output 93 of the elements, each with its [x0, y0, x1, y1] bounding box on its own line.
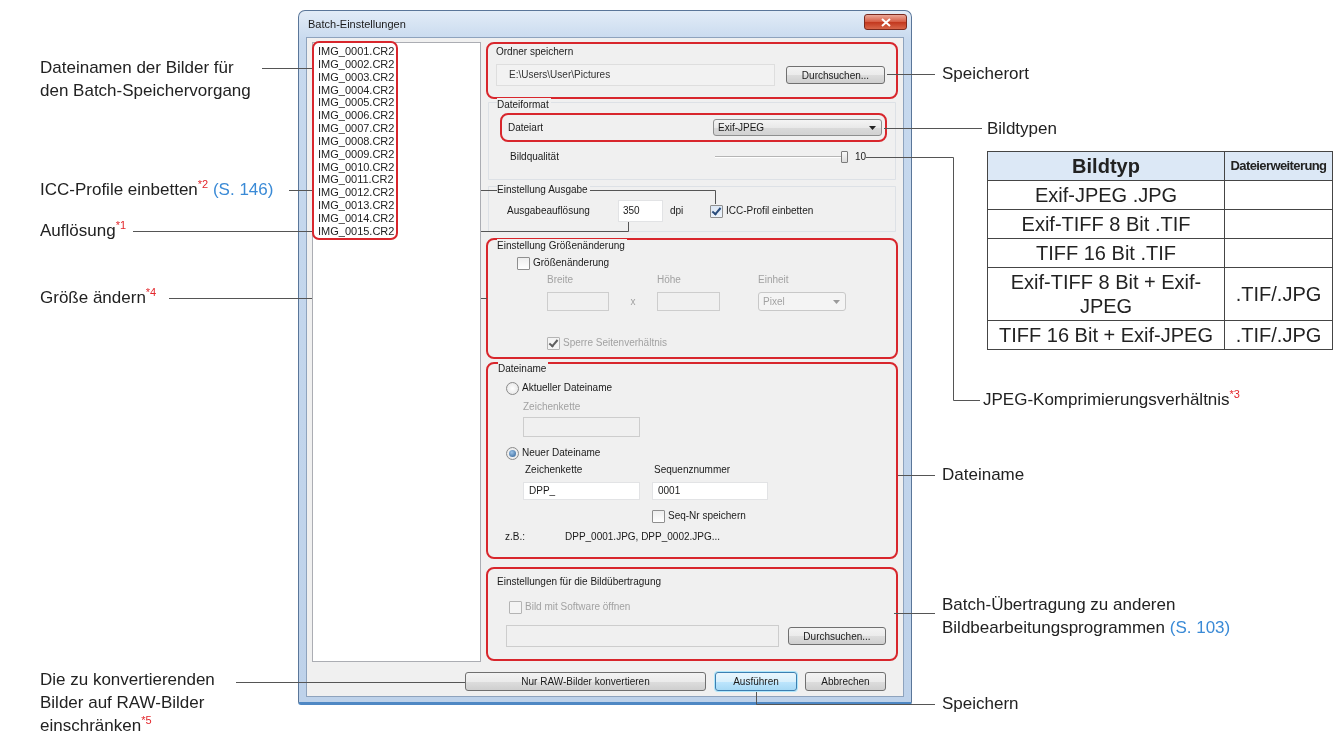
- table-cell: Exif-TIFF 8 Bit + Exif-JPEG: [987, 267, 1225, 321]
- file-list-item[interactable]: IMG_0004.CR2: [318, 83, 395, 97]
- program-path-field[interactable]: [506, 625, 779, 647]
- close-button[interactable]: [864, 14, 907, 30]
- callout-label: Größe ändern$^{*4}$: [40, 286, 157, 309]
- times-sign: x: [629, 295, 637, 309]
- caret-icon: [833, 299, 840, 304]
- slider-thumb[interactable]: [841, 151, 848, 163]
- field-label: Sequenznummer: [653, 463, 732, 477]
- callout-label: Speichern: [942, 693, 1019, 715]
- file-list-item[interactable]: IMG_0007.CR2: [318, 122, 395, 135]
- table-cell: TIFF 16 Bit + Exif-JPEG: [987, 320, 1225, 350]
- group-title: Ordner speichern: [496, 45, 576, 59]
- callout-label: Batch-Übertragung zu anderen Bildbearbeitungsprogrammen (S. 103): [942, 594, 1231, 639]
- file-list-item[interactable]: IMG_0003.CR2: [318, 70, 395, 84]
- callout-label: Auflösung$^{*1}$: [40, 219, 127, 242]
- width-field[interactable]: [547, 292, 609, 311]
- example-label: z.B.:: [505, 530, 526, 544]
- field-label: Breite: [547, 273, 575, 287]
- browse-button[interactable]: Durchsuchen...: [786, 66, 885, 84]
- radio-label: Aktueller Dateiname: [522, 381, 613, 395]
- field-label: Bildqualität: [510, 150, 560, 164]
- checkbox-label: Größenänderung: [533, 256, 610, 270]
- page-link[interactable]: (S. 146): [212, 180, 274, 199]
- file-list-item[interactable]: IMG_0008.CR2: [318, 134, 395, 148]
- table-cell: TIFF 16 Bit .TIF: [987, 238, 1225, 268]
- window-title: Batch-Einstellungen: [308, 18, 406, 30]
- checkbox[interactable]: [547, 336, 560, 350]
- field-label: Zeichenkette: [523, 400, 582, 414]
- callout-label: Speicherort: [942, 63, 1029, 85]
- callout-label: Die zu konvertierenden Bilder auf RAW-Bilder einschränken$^{*5}$: [40, 669, 215, 737]
- callout-label: Dateinamen der Bilder für den Batch-Speichervorgang: [40, 57, 251, 102]
- group-title: Einstellung Größenänderung: [497, 239, 627, 253]
- column-header: Bildtyp: [987, 151, 1225, 181]
- checkbox-label: Sperre Seitenverhältnis: [563, 336, 667, 350]
- file-list-item[interactable]: IMG_0012.CR2: [318, 186, 395, 200]
- checkbox[interactable]: [710, 204, 723, 218]
- file-list-item[interactable]: IMG_0002.CR2: [318, 57, 395, 71]
- file-type-dropdown[interactable]: Exif-JPEG: [713, 119, 882, 136]
- leader-line: [886, 74, 936, 75]
- callout-label: Dateiname: [942, 464, 1025, 486]
- callout-label: Bildtypen: [987, 118, 1057, 140]
- callout-label: JPEG-Komprimierungsverhältnis$^{*3}$: [983, 388, 1240, 411]
- text-field[interactable]: DPP_: [523, 482, 640, 500]
- dialog-button[interactable]: Nur RAW-Bilder konvertieren: [465, 672, 706, 691]
- file-list-item[interactable]: IMG_0005.CR2: [318, 96, 395, 110]
- radio-button[interactable]: [506, 381, 519, 395]
- table-cell: .TIF/.JPG: [1224, 320, 1333, 350]
- leader-line: [897, 475, 936, 476]
- file-list-item[interactable]: IMG_0009.CR2: [318, 147, 395, 161]
- file-list[interactable]: IMG_0001.CR2 IMG_0002.CR2 IMG_0003.CR2 IMG_0004.CR2 IMG_0005.CR2 IMG_0006.CR2 IMG_0007.CR2 IMG_0008.CR2 IMG_0009.CR2 IMG_0010.CR2 IMG_0011.CR2 IMG_0012.CR2 IMG_0013.CR2 IMG_0014.CR2 IMG_0015.CR2: [312, 42, 481, 662]
- resolution-field[interactable]: 350: [618, 200, 663, 222]
- checkbox-label: Seq-Nr speichern: [668, 509, 746, 523]
- dialog-button[interactable]: Ausführen: [715, 672, 797, 691]
- group-title: Einstellung Ausgabe: [497, 183, 590, 197]
- table-cell: Exif-TIFF 8 Bit .TIF: [987, 209, 1225, 239]
- browse-button[interactable]: Durchsuchen...: [788, 627, 886, 645]
- field-label: Dateiart: [508, 120, 543, 135]
- file-list-item[interactable]: IMG_0011.CR2: [318, 173, 395, 187]
- file-list-item[interactable]: IMG_0010.CR2: [318, 160, 395, 174]
- caret-icon: [869, 125, 876, 130]
- field-label: Ausgabeauflösung: [507, 204, 591, 218]
- file-list-item[interactable]: IMG_0006.CR2: [318, 109, 395, 123]
- text-field[interactable]: [523, 417, 640, 437]
- folder-path-field[interactable]: E:\Users\User\Pictures: [496, 64, 775, 86]
- checkbox-label: ICC-Profil einbetten: [726, 204, 814, 218]
- checkbox-label: Bild mit Software öffnen: [525, 600, 631, 614]
- file-list-item[interactable]: IMG_0014.CR2: [318, 211, 395, 225]
- radio-button[interactable]: [506, 446, 519, 460]
- leader-line: [893, 613, 936, 614]
- file-list-item[interactable]: IMG_0013.CR2: [318, 199, 395, 212]
- file-list-item[interactable]: IMG_0001.CR2: [318, 45, 395, 58]
- slider-value: 10: [855, 150, 867, 164]
- checkbox[interactable]: [652, 509, 665, 523]
- unit-label: dpi: [670, 204, 685, 218]
- field-label: Einheit: [758, 273, 790, 287]
- column-header: Dateierweiterung: [1224, 151, 1333, 181]
- height-field[interactable]: [657, 292, 720, 311]
- example-text: DPP_0001.JPG, DPP_0002.JPG...: [565, 530, 721, 544]
- file-list-item[interactable]: IMG_0015.CR2: [318, 224, 395, 238]
- callout-label: ICC-Profile einbetten$^{*2}$ (S. 146): [40, 178, 274, 201]
- close-icon: [880, 17, 891, 27]
- page-link[interactable]: (S. 103): [1169, 618, 1231, 637]
- field-label: Höhe: [657, 273, 682, 287]
- radio-label: Neuer Dateiname: [522, 446, 601, 460]
- field-label: Zeichenkette: [524, 463, 584, 477]
- sequence-field[interactable]: 0001: [652, 482, 768, 500]
- table-cell: Exif-JPEG .JPG: [987, 180, 1225, 210]
- group-title: Einstellungen für die Bildübertragung: [497, 575, 663, 589]
- leader-line: [261, 68, 313, 69]
- checkbox[interactable]: [517, 256, 530, 270]
- table-cell: .TIF/.JPG: [1224, 267, 1333, 321]
- dialog-button[interactable]: Abbrechen: [805, 672, 886, 691]
